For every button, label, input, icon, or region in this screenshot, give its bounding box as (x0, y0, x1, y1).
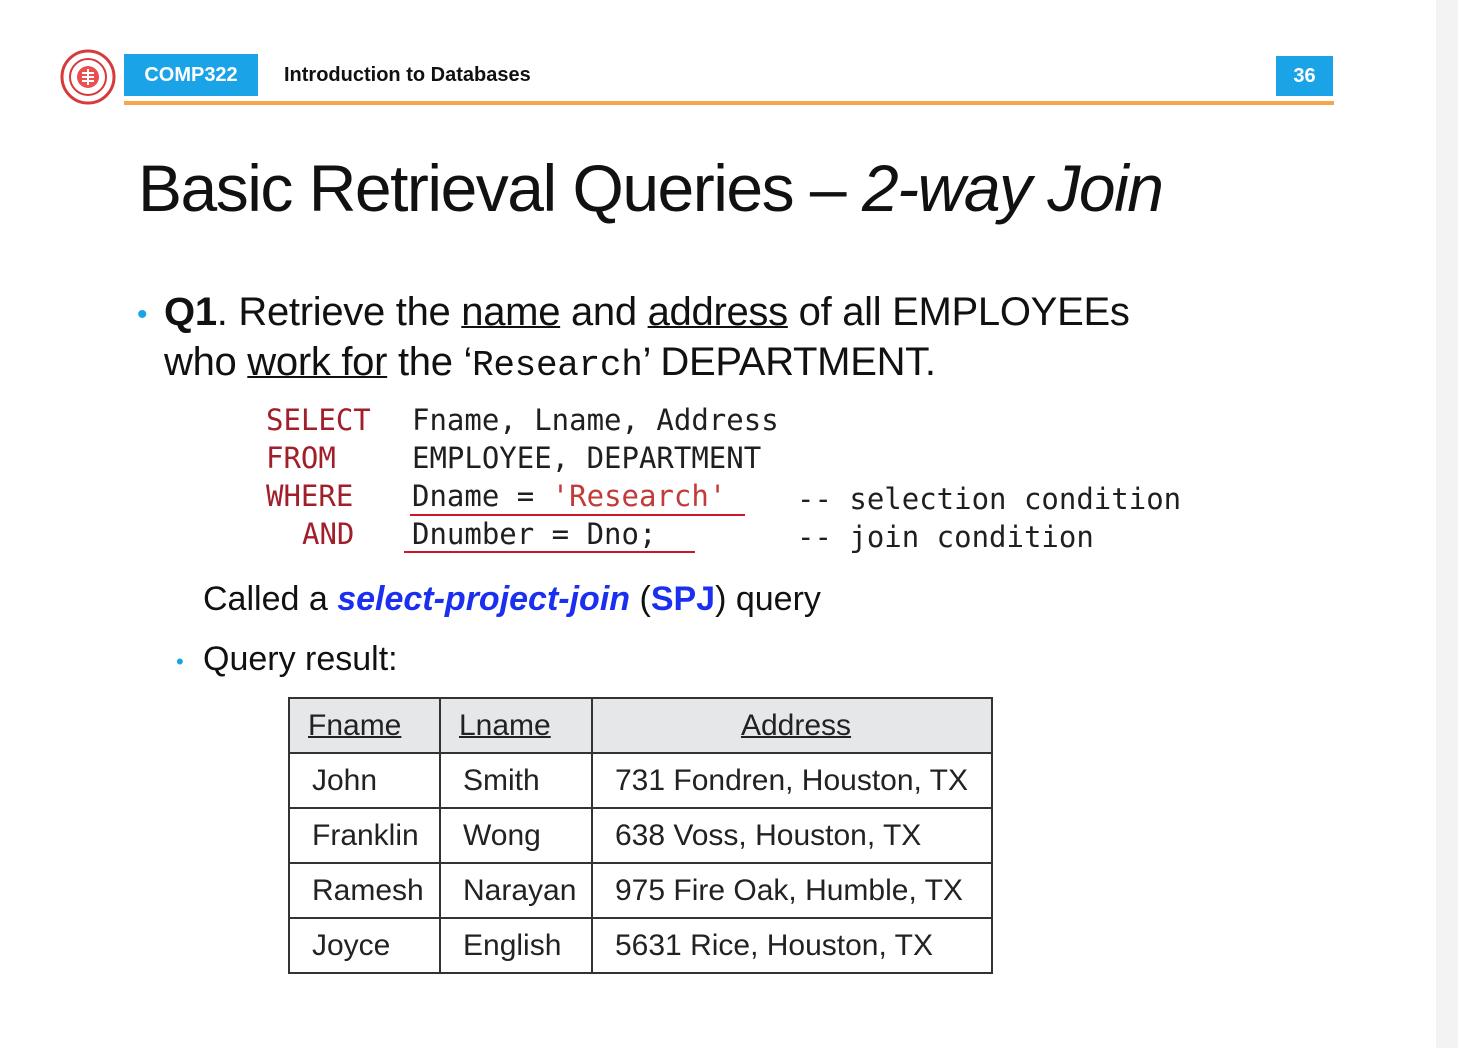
sub-bullet-dot: • (176, 649, 184, 674)
spj-text: ) query (715, 580, 821, 618)
header-divider (124, 101, 1334, 105)
table-row: Ramesh Narayan 975 Fire Oak, Humble, TX (288, 862, 993, 919)
table-row: John Smith 731 Fondren, Houston, TX (288, 752, 993, 809)
cell-fname: Ramesh (288, 862, 441, 919)
q1-line-2: who work for the ‘Research’ DEPARTMENT. (164, 340, 936, 386)
q1-underlined-address: address (647, 290, 789, 334)
column-header-fname: Fname (288, 697, 441, 754)
selection-underline (410, 514, 745, 516)
q1-text: . Retrieve the (216, 290, 462, 334)
query-result-table: Fname Lname Address John Smith 731 Fondr… (288, 697, 993, 974)
sql-keyword-and: AND (302, 517, 355, 551)
spj-description: Called a select-project-join (SPJ) query (203, 580, 821, 619)
q1-underlined-name: name (461, 290, 561, 334)
spj-text: Called a (203, 580, 338, 618)
join-underline (404, 551, 695, 553)
sql-selection-comment: -- selection condition (797, 482, 1182, 516)
column-header-address: Address (591, 697, 993, 754)
spj-emphasis: select-project-join (337, 580, 631, 618)
cell-lname: English (439, 917, 593, 974)
q1-text: the ‘ (387, 340, 473, 384)
table-header-row: Fname Lname Address (288, 697, 993, 754)
bullet-dot: • (137, 298, 148, 331)
table-row: Joyce English 5631 Rice, Houston, TX (288, 917, 993, 974)
query-result-label: Query result: (203, 640, 398, 678)
sql-from-list: EMPLOYEE, DEPARTMENT (412, 441, 762, 475)
column-header-lname: Lname (439, 697, 593, 754)
sql-select-list: Fname, Lname, Address (412, 403, 779, 437)
sql-research-string: 'Research' (551, 479, 727, 513)
course-code-badge: COMP322 (124, 54, 258, 96)
q1-text: of all EMPLOYEEs (787, 290, 1130, 334)
university-seal-icon (60, 49, 116, 105)
sql-join-condition: Dnumber = Dno; (412, 517, 657, 551)
right-edge-strip (1436, 0, 1458, 1048)
cell-address: 975 Fire Oak, Humble, TX (591, 862, 993, 919)
q1-text: ’ DEPARTMENT. (642, 340, 936, 384)
course-title: Introduction to Databases (284, 64, 531, 86)
spj-text: ( (630, 580, 651, 618)
table-row: Franklin Wong 638 Voss, Houston, TX (288, 807, 993, 864)
sql-keyword-select: SELECT (266, 403, 371, 437)
sql-where-condition: Dname = 'Research' (412, 479, 726, 513)
sql-keyword-from: FROM (266, 441, 336, 475)
cell-address: 638 Voss, Houston, TX (591, 807, 993, 864)
spj-abbreviation: SPJ (650, 580, 716, 618)
cell-fname: Joyce (288, 917, 441, 974)
cell-fname: John (288, 752, 441, 809)
q1-line-1: Q1. Retrieve the name and address of all… (164, 290, 1130, 335)
sql-join-comment: -- join condition (797, 520, 1094, 554)
cell-lname: Wong (439, 807, 593, 864)
cell-lname: Smith (439, 752, 593, 809)
sql-keyword-where: WHERE (266, 479, 354, 513)
slide-title-italic: 2-way Join (861, 151, 1164, 225)
q1-text: who (164, 340, 248, 384)
q1-underlined-work-for: work for (247, 340, 388, 384)
q1-label: Q1 (164, 290, 217, 334)
cell-address: 5631 Rice, Houston, TX (591, 917, 993, 974)
cell-lname: Narayan (439, 862, 593, 919)
slide-title: Basic Retrieval Queries – 2-way Join (138, 150, 1164, 226)
slide-title-main: Basic Retrieval Queries – (138, 151, 862, 225)
sql-dname-eq: Dname = (412, 479, 552, 513)
cell-address: 731 Fondren, Houston, TX (591, 752, 993, 809)
page-number-badge: 36 (1276, 56, 1333, 96)
q1-research-literal: Research (472, 345, 643, 386)
cell-fname: Franklin (288, 807, 441, 864)
q1-text: and (560, 290, 648, 334)
